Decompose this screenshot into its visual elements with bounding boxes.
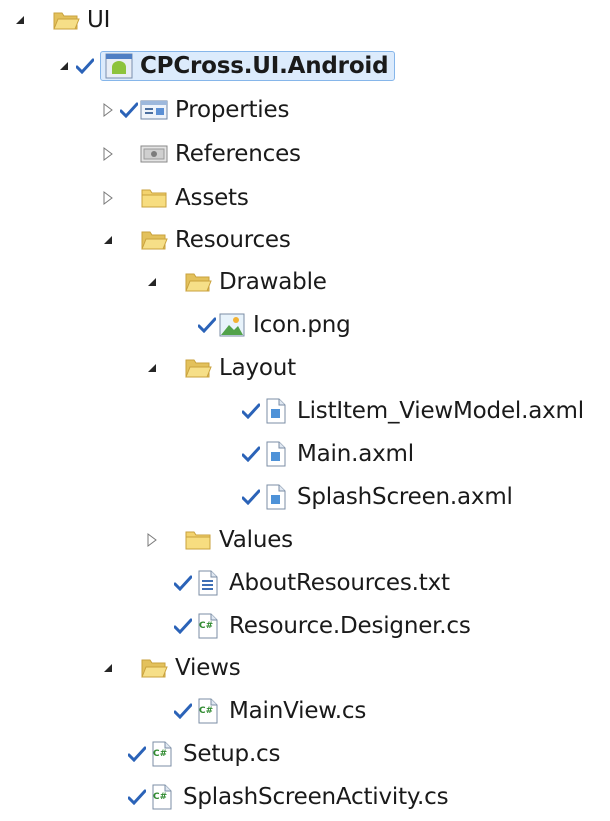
checkmark-icon: [118, 102, 140, 118]
expanded-arrow-icon[interactable]: [10, 14, 30, 26]
expanded-arrow-icon[interactable]: [54, 60, 74, 72]
svg-text:C#: C#: [199, 706, 213, 716]
tree-item-layout[interactable]: Layout: [142, 348, 296, 388]
checkmark-icon: [172, 618, 194, 634]
tree-item-label: Resource.Designer.cs: [229, 613, 471, 639]
tree-item-splashscreen-axml[interactable]: SplashScreen.axml: [240, 477, 513, 517]
text-file-icon: [194, 570, 222, 596]
collapsed-arrow-icon[interactable]: [142, 533, 162, 547]
collapsed-arrow-icon[interactable]: [98, 191, 118, 205]
tree-item-label: Main.axml: [297, 441, 414, 467]
expanded-arrow-icon[interactable]: [142, 362, 162, 374]
tree-item-label: ListItem_ViewModel.axml: [297, 398, 584, 424]
collapsed-arrow-icon[interactable]: [98, 147, 118, 161]
properties-icon: [140, 97, 168, 123]
tree-item-label: Setup.cs: [183, 741, 281, 767]
tree-item-label: SplashScreenActivity.cs: [183, 784, 449, 810]
svg-text:C#: C#: [199, 621, 213, 631]
tree-item-label: CPCross.UI.Android: [140, 53, 389, 79]
tree-item-label: Icon.png: [253, 312, 351, 338]
tree-item-resources[interactable]: Resources: [98, 220, 291, 260]
folder-icon: [140, 185, 168, 211]
expanded-arrow-icon[interactable]: [142, 276, 162, 288]
tree-item-label: UI: [87, 7, 111, 33]
folder-icon: [184, 527, 212, 553]
tree-item-resource-designer[interactable]: C# Resource.Designer.cs: [172, 606, 471, 646]
collapsed-arrow-icon[interactable]: [98, 103, 118, 117]
tree-item-splashscreenactivity[interactable]: C# SplashScreenActivity.cs: [126, 777, 449, 817]
expanded-arrow-icon[interactable]: [98, 234, 118, 246]
tree-item-main-axml[interactable]: Main.axml: [240, 434, 414, 474]
tree-item-label: MainView.cs: [229, 698, 367, 724]
tree-item-setup[interactable]: C# Setup.cs: [126, 734, 280, 774]
tree-item-label: AboutResources.txt: [229, 570, 450, 596]
tree-item-values[interactable]: Values: [142, 520, 293, 560]
tree-item-assets[interactable]: Assets: [98, 178, 249, 218]
selected-item-highlight[interactable]: CPCross.UI.Android: [100, 51, 396, 81]
checkmark-icon: [172, 703, 194, 719]
tree-item-mainview[interactable]: C# MainView.cs: [172, 691, 366, 731]
axml-file-icon: [262, 441, 290, 467]
svg-text:C#: C#: [153, 792, 167, 802]
tree-item-label: Properties: [175, 97, 290, 123]
tree-item-label: Resources: [175, 227, 291, 253]
tree-item-label: Layout: [219, 355, 296, 381]
checkmark-icon: [240, 446, 262, 462]
csharp-file-icon: C#: [194, 698, 222, 724]
checkmark-icon: [74, 58, 96, 74]
checkmark-icon: [126, 789, 148, 805]
csharp-file-icon: C#: [148, 741, 176, 767]
checkmark-icon: [172, 575, 194, 591]
references-icon: [140, 141, 168, 167]
axml-file-icon: [262, 484, 290, 510]
tree-item-aboutresources[interactable]: AboutResources.txt: [172, 563, 450, 603]
tree-item-label: Values: [219, 527, 293, 553]
csharp-file-icon: C#: [194, 613, 222, 639]
folder-open-icon: [184, 355, 212, 381]
tree-item-references[interactable]: References: [98, 134, 301, 174]
tree-item-label: References: [175, 141, 301, 167]
checkmark-icon: [240, 489, 262, 505]
checkmark-icon: [196, 317, 218, 333]
expanded-arrow-icon[interactable]: [98, 662, 118, 674]
tree-item-label: SplashScreen.axml: [297, 484, 513, 510]
checkmark-icon: [126, 746, 148, 762]
folder-open-icon: [184, 269, 212, 295]
tree-item-label: Assets: [175, 185, 249, 211]
tree-item-project[interactable]: CPCross.UI.Android: [54, 46, 396, 86]
tree-item-drawable[interactable]: Drawable: [142, 262, 327, 302]
android-project-icon: [105, 53, 133, 79]
folder-open-icon: [140, 227, 168, 253]
tree-item-label: Views: [175, 655, 241, 681]
folder-open-icon: [52, 7, 80, 33]
tree-item-ui[interactable]: UI: [10, 0, 110, 40]
tree-item-properties[interactable]: Properties: [98, 90, 289, 130]
tree-item-views[interactable]: Views: [98, 648, 241, 688]
folder-open-icon: [140, 655, 168, 681]
tree-item-icon-png[interactable]: Icon.png: [196, 305, 351, 345]
svg-text:C#: C#: [153, 749, 167, 759]
csharp-file-icon: C#: [148, 784, 176, 810]
image-file-icon: [218, 312, 246, 338]
tree-item-label: Drawable: [219, 269, 327, 295]
tree-item-listitem-axml[interactable]: ListItem_ViewModel.axml: [240, 391, 584, 431]
axml-file-icon: [262, 398, 290, 424]
checkmark-icon: [240, 403, 262, 419]
